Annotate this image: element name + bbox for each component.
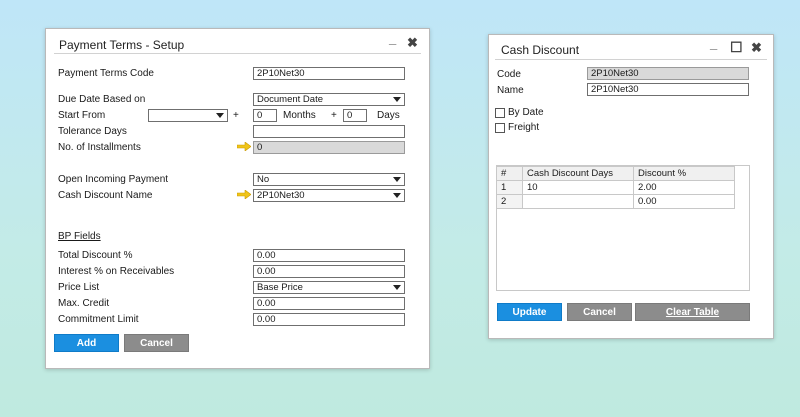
- cancel-button[interactable]: Cancel: [124, 334, 189, 352]
- window-title: Cash Discount: [501, 43, 580, 57]
- discount-percent-cell[interactable]: 2.00: [633, 180, 735, 195]
- column-header[interactable]: Cash Discount Days: [522, 166, 634, 181]
- add-button[interactable]: Add: [54, 334, 119, 352]
- update-button[interactable]: Update: [497, 303, 562, 321]
- open-incoming-payment-dropdown[interactable]: No: [253, 173, 405, 186]
- row-number: 2: [496, 194, 523, 209]
- code-field: 2P10Net30: [587, 67, 749, 80]
- months-label: Months: [283, 110, 316, 121]
- chevron-down-icon: [393, 177, 401, 182]
- payment-terms-window: Payment Terms - Setup _ ✖ Payment Terms …: [45, 28, 430, 369]
- months-field[interactable]: 0: [253, 109, 277, 122]
- open-incoming-payment-value: No: [257, 174, 270, 185]
- chevron-down-icon: [393, 285, 401, 290]
- chevron-down-icon: [216, 113, 224, 118]
- name-label: Name: [497, 85, 524, 96]
- name-field[interactable]: 2P10Net30: [587, 83, 749, 96]
- maximize-icon[interactable]: ☐: [730, 40, 743, 54]
- commitment-limit-label: Commitment Limit: [58, 314, 139, 325]
- due-date-label: Due Date Based on: [58, 94, 146, 105]
- cash-discount-name-dropdown[interactable]: 2P10Net30: [253, 189, 405, 202]
- total-discount-field[interactable]: 0.00: [253, 249, 405, 262]
- column-header[interactable]: Discount %: [633, 166, 735, 181]
- cash-discount-titlebar: Cash Discount _ ☐ ✖: [489, 35, 773, 65]
- installments-field: 0: [253, 141, 405, 154]
- cash-discount-days-cell[interactable]: [522, 194, 634, 209]
- table-header-row: # Cash Discount Days Discount %: [496, 166, 735, 181]
- clear-table-button[interactable]: Clear Table: [635, 303, 750, 321]
- days-label: Days: [377, 110, 400, 121]
- max-credit-field[interactable]: 0.00: [253, 297, 405, 310]
- payment-terms-code-label: Payment Terms Code: [58, 68, 154, 79]
- discount-percent-cell[interactable]: 0.00: [633, 194, 735, 209]
- minimize-icon[interactable]: _: [389, 32, 396, 45]
- price-list-label: Price List: [58, 282, 100, 293]
- freight-label: Freight: [508, 122, 540, 133]
- code-label: Code: [497, 69, 521, 80]
- tolerance-days-field[interactable]: [253, 125, 405, 138]
- title-divider: [495, 59, 767, 60]
- commitment-limit-field[interactable]: 0.00: [253, 313, 405, 326]
- cancel-button[interactable]: Cancel: [567, 303, 632, 321]
- chevron-down-icon: [393, 97, 401, 102]
- table-row[interactable]: 2 0.00: [496, 194, 735, 209]
- close-icon[interactable]: ✖: [407, 36, 418, 49]
- table-row[interactable]: 1 10 2.00: [496, 180, 735, 195]
- payment-terms-code-field[interactable]: 2P10Net30: [253, 67, 405, 80]
- link-arrow-icon[interactable]: [237, 190, 251, 199]
- installments-label: No. of Installments: [58, 142, 141, 153]
- days-field[interactable]: 0: [343, 109, 367, 122]
- clear-table-label: Clear Table: [665, 307, 720, 318]
- cash-discount-name-label: Cash Discount Name: [58, 190, 153, 201]
- chevron-down-icon: [393, 193, 401, 198]
- interest-label: Interest % on Receivables: [58, 266, 175, 277]
- tolerance-days-label: Tolerance Days: [58, 126, 127, 137]
- cash-discount-days-cell[interactable]: 10: [522, 180, 634, 195]
- plus-sign: +: [331, 110, 337, 121]
- price-list-value: Base Price: [257, 282, 303, 293]
- start-from-label: Start From: [58, 110, 106, 121]
- close-icon[interactable]: ✖: [751, 41, 762, 54]
- title-divider: [54, 53, 421, 54]
- by-date-checkbox[interactable]: [495, 108, 505, 118]
- due-date-dropdown[interactable]: Document Date: [253, 93, 405, 106]
- interest-field[interactable]: 0.00: [253, 265, 405, 278]
- bp-fields-heading: BP Fields: [58, 231, 101, 242]
- cash-discount-name-value: 2P10Net30: [257, 190, 305, 201]
- freight-checkbox[interactable]: [495, 123, 505, 133]
- max-credit-label: Max. Credit: [58, 298, 110, 309]
- window-title: Payment Terms - Setup: [59, 38, 185, 52]
- open-incoming-payment-label: Open Incoming Payment: [58, 174, 169, 185]
- cash-discount-window: Cash Discount _ ☐ ✖ Code 2P10Net30 Name …: [488, 34, 774, 339]
- payment-terms-titlebar: Payment Terms - Setup _ ✖: [46, 29, 429, 59]
- discount-table: # Cash Discount Days Discount % 1 10 2.0…: [496, 166, 735, 209]
- row-number: 1: [496, 180, 523, 195]
- due-date-value: Document Date: [257, 94, 324, 105]
- plus-sign: +: [233, 110, 239, 121]
- minimize-icon[interactable]: _: [710, 37, 717, 50]
- total-discount-label: Total Discount %: [58, 250, 133, 261]
- column-header[interactable]: #: [496, 166, 523, 181]
- link-arrow-icon[interactable]: [237, 142, 251, 151]
- by-date-label: By Date: [508, 107, 544, 118]
- price-list-dropdown[interactable]: Base Price: [253, 281, 405, 294]
- start-from-dropdown[interactable]: [148, 109, 228, 122]
